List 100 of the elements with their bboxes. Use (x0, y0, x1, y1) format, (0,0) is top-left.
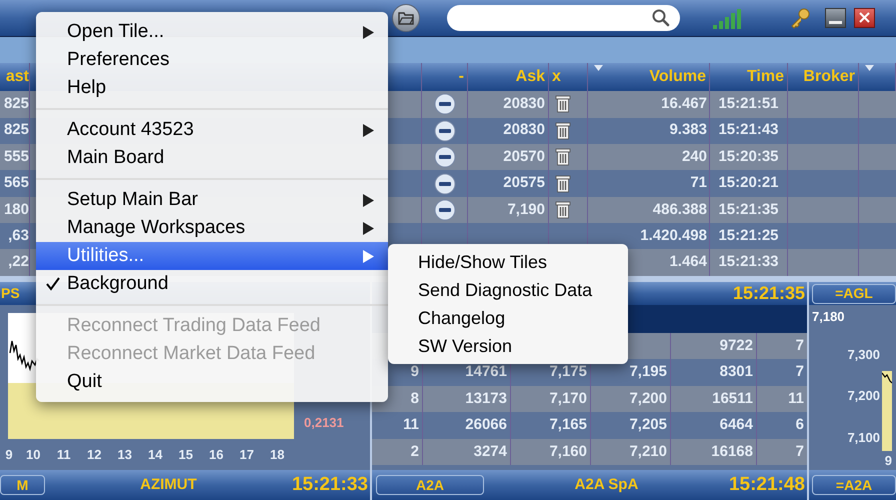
axis-tick-label: 17 (238, 446, 255, 464)
axis-tick-label: 13 (116, 446, 133, 464)
trash-icon[interactable] (555, 174, 571, 192)
axis-tick-label: 9 (884, 452, 892, 470)
table-cell-text: 9 (410, 362, 419, 382)
axis-tick-label: 11 (56, 446, 72, 464)
table-cell-text: 15:20:35 (718, 146, 779, 167)
table-cell-text: 6464 (720, 415, 753, 436)
folder-icon (398, 10, 414, 25)
sort-arrow-icon[interactable] (594, 65, 603, 72)
table-cell-text: 13173 (465, 388, 507, 409)
symbol-button[interactable]: =AGL (812, 284, 896, 304)
table-cell-text: 180 (4, 200, 29, 220)
table-cell-text: 7 (796, 336, 804, 356)
trash-icon[interactable] (555, 95, 571, 114)
table-cell-text: 7,210 (629, 442, 667, 462)
trash-icon[interactable] (555, 122, 571, 140)
table-cell-text: 26066 (465, 415, 507, 436)
table-cell-text: 20570 (503, 146, 545, 167)
submenu-arrow-icon (363, 194, 374, 206)
minus-circle-icon[interactable] (434, 93, 456, 116)
axis-tick-label: 7,100 (847, 428, 880, 446)
table-cell-text: 6 (796, 415, 804, 436)
menu-item[interactable]: Main Board (36, 144, 388, 172)
key-icon[interactable] (789, 6, 811, 29)
checkmark-icon (46, 277, 60, 291)
axis-tick-label: 14 (147, 446, 164, 464)
table-cell-text: 7,175 (549, 362, 587, 382)
table-cell-text: 11 (788, 388, 804, 409)
table-cell-text: 15:21:35 (718, 200, 779, 220)
minimize-icon (829, 20, 842, 24)
axis-tick-label: 15 (178, 446, 194, 464)
menu-item[interactable]: Utilities... (36, 242, 388, 270)
table-cell-text: 7,195 (629, 362, 667, 382)
close-icon (859, 12, 870, 24)
folder-button[interactable] (392, 4, 420, 32)
minimize-button[interactable] (825, 8, 846, 28)
table-cell-text: 16168 (711, 442, 753, 462)
table-cell-text: 15:21:43 (718, 120, 779, 140)
table-cell-text: 9722 (720, 336, 753, 356)
minus-circle-icon[interactable] (434, 172, 456, 194)
submenu-arrow-icon (363, 26, 374, 38)
menu-item[interactable]: Background (36, 270, 388, 298)
axis-tick-label: 16 (208, 446, 224, 464)
instrument-name: AZIMUT (139, 474, 198, 495)
price-value: 0,2131 (304, 414, 344, 432)
table-cell-text: 7 (796, 362, 804, 382)
minus-circle-icon[interactable] (434, 146, 456, 168)
table-cell-text: 8301 (720, 362, 753, 382)
submenu-arrow-icon (363, 250, 374, 262)
update-time: 15:21:35 (732, 282, 806, 305)
table-cell-text: 7,160 (549, 442, 587, 462)
table-cell-text: ,22 (8, 252, 29, 272)
table-cell-text: 7,165 (549, 415, 587, 436)
table-cell-text: 11 (403, 415, 419, 436)
table-cell-text: 15:21:33 (718, 252, 779, 272)
symbol-button[interactable]: M (0, 475, 45, 495)
menu-item[interactable]: Open Tile... (36, 18, 388, 46)
axis-tick-label: 7,200 (847, 387, 880, 405)
trash-icon[interactable] (555, 148, 571, 166)
menu-item[interactable]: Preferences (36, 46, 388, 74)
table-cell-text: 8 (410, 388, 419, 409)
menu-item[interactable]: Quit (36, 368, 388, 396)
signal-strength-icon (713, 6, 743, 29)
close-button[interactable] (854, 8, 875, 28)
symbol-button[interactable]: A2A (376, 475, 484, 495)
menu-item[interactable]: Send Diagnostic Data (388, 276, 628, 304)
price-value: 7,180 (812, 308, 846, 326)
axis-tick-label: 10 (25, 446, 42, 464)
table-cell-text: 2 (410, 442, 419, 462)
table-cell-text: 240 (682, 146, 707, 167)
symbol-button[interactable]: =A2A (812, 475, 896, 495)
update-time: 15:21:48 (728, 472, 806, 497)
table-cell-text: 7,205 (629, 415, 667, 436)
panel-title: PS (0, 284, 20, 303)
table-cell-text: 9.383 (669, 120, 707, 140)
axis-tick-label: 18 (269, 446, 286, 464)
table-cell-text: 555 (4, 146, 29, 167)
table-cell-text: 1.420.498 (640, 226, 707, 246)
table-cell-text: 7,170 (549, 388, 587, 409)
table-cell-text: 15:21:25 (718, 226, 779, 246)
update-time: 15:21:33 (292, 472, 369, 497)
search-icon[interactable] (652, 8, 670, 27)
trash-icon[interactable] (555, 200, 571, 219)
table-cell-text: 7 (796, 442, 804, 462)
axis-tick-label: 9 (4, 446, 14, 464)
menu-item[interactable]: Changelog (388, 304, 628, 332)
submenu-arrow-icon (363, 222, 374, 234)
table-cell-text: 15:21:51 (718, 94, 779, 114)
menu-item[interactable]: Hide/Show Tiles (388, 248, 628, 276)
table-cell-text: 3274 (474, 442, 507, 462)
menu-item[interactable]: SW Version (388, 332, 628, 360)
instrument-name: A2A SpA (574, 474, 640, 495)
table-cell-text: 7,190 (507, 200, 545, 220)
menu-item[interactable]: Account 43523 (36, 116, 388, 144)
search-field[interactable] (447, 4, 680, 31)
sort-arrow-icon[interactable] (865, 65, 874, 72)
minus-circle-icon[interactable] (434, 120, 456, 142)
minus-circle-icon[interactable] (434, 198, 456, 221)
table-cell-text: 825 (4, 94, 29, 114)
